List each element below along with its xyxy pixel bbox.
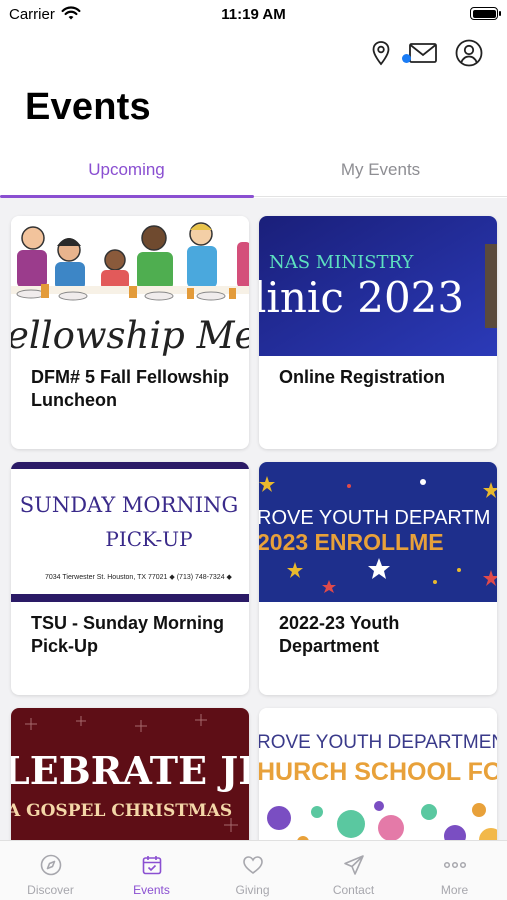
pickup-main-text: PICK-UP (105, 527, 192, 551)
events-grid: ellowship Meal DFM# 5 Fall Fellowship Lu… (0, 198, 507, 840)
bottom-tab-bar: Discover Events Giving Contact More (0, 840, 507, 900)
event-image-clinic-2023: NAS MINISTRY linic 2023 (259, 216, 497, 356)
more-dots-icon (443, 861, 467, 869)
tabbar-more[interactable]: More (404, 841, 505, 900)
tabbar-label: Giving (235, 883, 270, 897)
youth-main-text: 2023 ENROLLME (259, 529, 444, 555)
page-title: Events (25, 86, 151, 128)
event-card[interactable]: NAS MINISTRY linic 2023 Online Registrat… (259, 216, 497, 449)
youth-top-text: ROVE YOUTH DEPARTM (259, 507, 490, 529)
location-pin-icon[interactable] (366, 38, 396, 68)
tabbar-contact[interactable]: Contact (303, 841, 404, 900)
tab-upcoming[interactable]: Upcoming (0, 148, 253, 196)
event-image-youth-enrollment: ROVE YOUTH DEPARTM 2023 ENROLLME (259, 462, 497, 602)
event-image-sunday-pickup: SUNDAY MORNING PICK-UP 7034 Tierwester S… (11, 462, 249, 602)
paper-plane-icon (344, 855, 364, 875)
event-card[interactable]: ellowship Meal DFM# 5 Fall Fellowship Lu… (11, 216, 249, 449)
event-image-celebrate-jesus: LEBRATE JESUS A GOSPEL CHRISTMAS (11, 708, 249, 840)
tabbar-label: Contact (332, 883, 375, 897)
status-time: 11:19 AM (221, 6, 286, 23)
calendar-icon (142, 856, 162, 875)
celebrate-sub-text: A GOSPEL CHRISTMAS (11, 801, 232, 821)
event-card[interactable]: LEBRATE JESUS A GOSPEL CHRISTMAS (11, 708, 249, 840)
event-image-church-school: ROVE YOUTH DEPARTMEN HURCH SCHOOL FO (259, 708, 497, 840)
event-card[interactable]: ROVE YOUTH DEPARTM 2023 ENROLLME 2022-23… (259, 462, 497, 695)
segment-tabs: Upcoming My Events (0, 148, 507, 198)
event-card[interactable]: SUNDAY MORNING PICK-UP 7034 Tierwester S… (11, 462, 249, 695)
fellowship-image-text: ellowship Meal (11, 314, 249, 356)
battery-icon (470, 7, 501, 20)
tabbar-giving[interactable]: Giving (202, 841, 303, 900)
clinic-main-text: linic 2023 (259, 273, 464, 322)
heart-icon (243, 856, 263, 875)
church-school-main-text: HURCH SCHOOL FO (259, 758, 497, 786)
event-title: Online Registration (279, 367, 446, 387)
compass-icon (40, 854, 62, 876)
pickup-top-text: SUNDAY MORNING (20, 493, 239, 517)
tabbar-discover[interactable]: Discover (0, 841, 101, 900)
mail-icon[interactable] (408, 38, 438, 68)
tabbar-label: More (440, 883, 469, 897)
user-profile-icon[interactable] (454, 38, 484, 68)
event-title: DFM# 5 Fall Fellowship Luncheon (31, 367, 230, 410)
celebrate-main-text: LEBRATE JESUS (11, 748, 249, 793)
mail-unread-badge (402, 54, 411, 63)
event-image-fellowship-meal: ellowship Meal (11, 216, 249, 356)
event-title: 2022-23 Youth Department (279, 613, 400, 656)
event-card[interactable]: ROVE YOUTH DEPARTMEN HURCH SCHOOL FO (259, 708, 497, 840)
event-title: TSU - Sunday Morning Pick-Up (31, 613, 224, 656)
status-bar: Carrier 11:19 AM (0, 0, 507, 30)
tabbar-events[interactable]: Events (101, 841, 202, 900)
tabbar-label: Events (133, 883, 170, 897)
tab-my-events[interactable]: My Events (254, 148, 507, 196)
clinic-top-text: NAS MINISTRY (269, 252, 415, 273)
church-school-top-text: ROVE YOUTH DEPARTMEN (259, 732, 497, 753)
tabbar-label: Discover (27, 883, 74, 897)
pickup-address-text: 7034 Tierwester St. Houston, TX 77021 ◆ … (45, 574, 233, 581)
